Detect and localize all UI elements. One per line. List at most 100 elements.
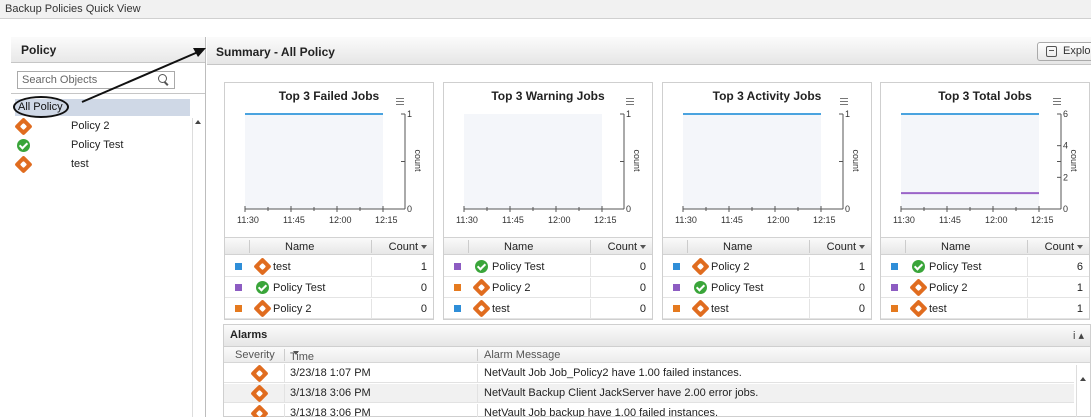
row-count: 1 (1076, 282, 1083, 294)
col-count-label: Count (607, 241, 637, 253)
col-name[interactable]: Name (285, 241, 314, 253)
series-swatch (673, 263, 680, 270)
alarm-row[interactable]: 3/13/18 3:06 PM NetVault Job backup have … (224, 404, 1074, 417)
warning-diamond-icon (691, 257, 710, 276)
table-row[interactable]: test 0 (663, 299, 871, 319)
row-name: Policy 2 (711, 261, 750, 273)
menu-bar (396, 98, 404, 99)
alarms-scrollbar[interactable] (1076, 365, 1088, 417)
tree-item-all-policy[interactable]: All Policy (13, 96, 190, 118)
column-divider (809, 257, 810, 277)
tree-item[interactable]: Policy Test (15, 137, 190, 154)
table-row[interactable]: Policy 2 1 (663, 257, 871, 277)
warning-diamond-icon (250, 404, 269, 417)
table-header: Name Count (881, 237, 1089, 255)
table-row[interactable]: Policy 2 0 (444, 278, 652, 298)
alarm-message: NetVault Job backup have 1.00 failed ins… (484, 407, 719, 417)
table-row[interactable]: Policy 2 0 (225, 299, 433, 319)
tree-item[interactable]: Policy 2 (14, 117, 190, 136)
column-divider (590, 240, 591, 253)
scroll-up-arrow-icon[interactable] (195, 120, 201, 124)
series-swatch (235, 305, 242, 312)
row-name: Policy Test (711, 282, 764, 294)
tree-item-label: Policy 2 (71, 120, 110, 132)
y-tick-label: 1 (845, 109, 850, 119)
series-swatch (454, 284, 461, 291)
table-row[interactable]: Policy Test 6 (881, 257, 1089, 277)
col-count[interactable]: Count (827, 241, 865, 253)
menu-bar (1053, 101, 1061, 102)
menu-bar (1053, 98, 1061, 99)
sort-caret-icon (293, 351, 299, 355)
search-icon[interactable] (158, 74, 168, 84)
x-tick-label: 11:45 (283, 215, 305, 225)
sort-caret-icon (421, 245, 427, 250)
column-divider (284, 384, 285, 403)
warning-diamond-icon (909, 299, 928, 318)
warning-diamond-icon (14, 155, 33, 174)
warning-diamond-icon (250, 364, 269, 383)
row-name: Policy 2 (929, 282, 968, 294)
col-count[interactable]: Count (389, 241, 427, 253)
column-divider (590, 299, 591, 319)
column-divider (249, 240, 250, 253)
summary-title: Summary - All Policy (216, 45, 335, 59)
column-divider (905, 240, 906, 253)
chart-panel: Top 3 Failed Jobs 11:30 11:45 12:00 12:15 0 1 c… (224, 82, 434, 320)
row-name: test (492, 303, 510, 315)
table-row[interactable]: Policy 2 1 (881, 278, 1089, 298)
col-name[interactable]: Name (723, 241, 752, 253)
series-swatch (454, 263, 461, 270)
col-message[interactable]: Alarm Message (484, 349, 560, 361)
x-tick-label: 12:00 (329, 215, 352, 225)
chart-title: Top 3 Warning Jobs (491, 89, 605, 103)
table-row[interactable]: test 1 (225, 257, 433, 277)
success-check-icon (475, 260, 488, 273)
alarms-tools[interactable]: i ▴ (1073, 329, 1084, 342)
plot-area (901, 114, 1039, 209)
tree-item[interactable]: test (14, 155, 190, 174)
scroll-up-arrow-icon[interactable] (1080, 377, 1086, 381)
alarm-row[interactable]: 3/13/18 3:06 PM NetVault Backup Client Ja… (224, 384, 1074, 403)
table-row[interactable]: test 1 (881, 299, 1089, 319)
col-count[interactable]: Count (608, 241, 646, 253)
y-tick-label: 0 (1063, 204, 1068, 214)
column-divider (1027, 240, 1028, 253)
row-name: Policy Test (492, 261, 545, 273)
table-header: Name Count (663, 237, 871, 255)
series-swatch (891, 263, 898, 270)
col-name[interactable]: Name (941, 241, 970, 253)
table-row[interactable]: Policy Test 0 (225, 278, 433, 298)
y-tick-label: 1 (626, 109, 631, 119)
explore-icon (1046, 46, 1057, 57)
x-tick-label: 11:45 (939, 215, 961, 225)
sort-caret-icon (1077, 245, 1083, 250)
alarm-row[interactable]: 3/23/18 1:07 PM NetVault Job Job_Policy2 … (224, 364, 1074, 383)
row-count: 0 (639, 282, 646, 294)
warning-diamond-icon (250, 384, 269, 403)
table-row[interactable]: test 0 (444, 299, 652, 319)
table-row[interactable]: Policy Test 0 (663, 278, 871, 298)
y-tick-label: 0 (626, 204, 631, 214)
table-row[interactable]: Policy Test 0 (444, 257, 652, 277)
col-count[interactable]: Count (1045, 241, 1083, 253)
chart-panel: Top 3 Warning Jobs 11:30 11:45 12:00 12:15 0 1… (443, 82, 653, 320)
column-divider (477, 384, 478, 403)
warning-diamond-icon (909, 278, 928, 297)
tree-scrollbar[interactable] (192, 118, 204, 417)
col-name[interactable]: Name (504, 241, 533, 253)
series-swatch (891, 305, 898, 312)
explore-button[interactable]: Explo (1037, 42, 1091, 61)
col-count-label: Count (388, 241, 418, 253)
row-count: 6 (1076, 261, 1083, 273)
x-tick-label: 11:30 (237, 215, 259, 225)
column-divider (1027, 299, 1028, 319)
y-axis-label: count (851, 150, 861, 173)
col-severity[interactable]: Severity (235, 349, 275, 361)
column-divider (1027, 278, 1028, 298)
x-tick-label: 12:00 (548, 215, 571, 225)
search-input[interactable]: Search Objects (17, 71, 175, 89)
warning-diamond-icon (253, 299, 272, 318)
alarms-column-headers: Severity Time Alarm Message (224, 347, 1090, 363)
success-check-icon (912, 260, 925, 273)
